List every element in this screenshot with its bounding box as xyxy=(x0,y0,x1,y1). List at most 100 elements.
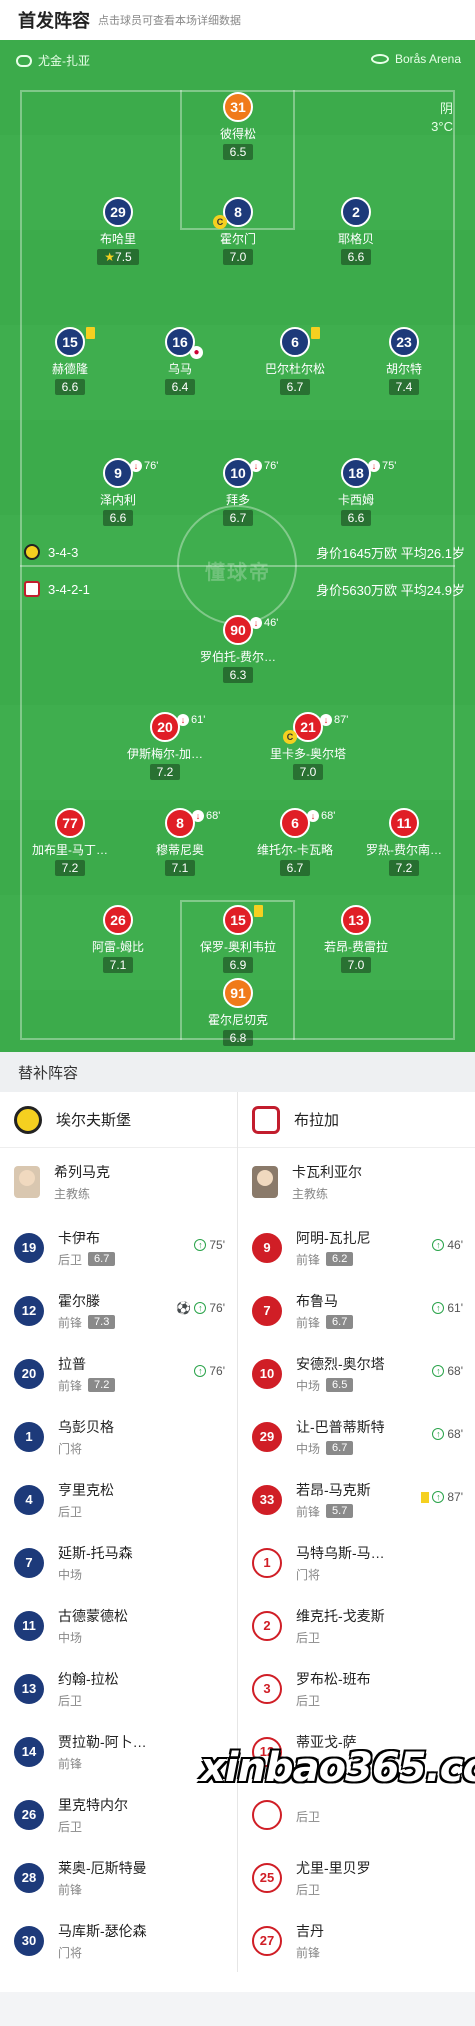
away-player[interactable]: 11 罗热-费尔南… 7.2 xyxy=(344,808,464,877)
sub-minute: 46' xyxy=(447,1238,463,1252)
sub-player-number: 30 xyxy=(14,1925,44,1956)
sub-player-name: 亨里克松 xyxy=(58,1481,114,1498)
sub-player-position: 前锋 xyxy=(296,1504,321,1519)
player-name: 保罗-奥利韦拉 xyxy=(200,940,276,954)
player-shirt: 6 xyxy=(280,327,320,357)
sub-player-position: 前锋 xyxy=(58,1756,83,1771)
sub-player-row[interactable]: 25 尤里-里贝罗 后卫 xyxy=(238,1846,475,1909)
home-player[interactable]: 18 ↓ 75' 卡西姆 6.6 xyxy=(296,458,416,527)
home-player[interactable]: 9 ↓ 76' 泽内利 6.6 xyxy=(58,458,178,527)
sub-player-rating: 6.7 xyxy=(88,1252,116,1266)
home-player[interactable]: 8C 霍尔门 7.0 xyxy=(178,197,298,266)
player-shirt: 15 xyxy=(223,905,263,935)
sub-out-icon: ↓ xyxy=(368,460,380,472)
subs-panel: 埃尔夫斯堡 希列马克 主教练 19 卡伊布 后卫 6.7 ↑ 75' 12 霍尔滕 前锋 7.3 ⚽… xyxy=(0,1092,475,1992)
home-coach[interactable]: 希列马克 主教练 xyxy=(0,1148,237,1216)
home-player[interactable]: 2 耶格贝 6.6 xyxy=(296,197,416,266)
home-player[interactable]: 31 彼得松 6.5 xyxy=(178,92,298,161)
sub-player-position-line: 后卫 xyxy=(296,1692,371,1709)
away-player[interactable]: 26 阿雷-姆比 7.1 xyxy=(58,905,178,974)
sub-event: ↑ 87' xyxy=(421,1490,463,1504)
sub-player-row[interactable]: 7 延斯-托马森 中场 xyxy=(0,1531,237,1594)
player-name: 里卡多-奥尔塔 xyxy=(270,747,346,761)
venue-stadium-label: Borås Arena xyxy=(394,52,461,66)
player-number: 23 xyxy=(389,327,419,357)
sub-out-icon: ↓ xyxy=(307,810,319,822)
away-player[interactable]: 20 ↓ 61' 伊斯梅尔-加… 7.2 xyxy=(105,712,225,781)
sub-player-rating: 5.7 xyxy=(326,1504,354,1518)
away-team-crest-icon xyxy=(252,1105,280,1134)
home-team-header[interactable]: 埃尔夫斯堡 xyxy=(0,1092,237,1148)
sub-player-rating: 7.3 xyxy=(88,1315,116,1329)
away-player[interactable]: 77 加布里-马丁… 7.2 xyxy=(10,808,130,877)
sub-event: ↑ 68' xyxy=(432,1427,463,1441)
sub-player-row[interactable]: 9 阿明-瓦扎尼 前锋 6.2 ↑ 46' xyxy=(238,1216,475,1279)
captain-icon: C xyxy=(213,215,227,229)
player-number: 8 xyxy=(234,204,242,220)
sub-player-row[interactable]: 12 霍尔滕 前锋 7.3 ⚽ ↑ 76' xyxy=(0,1279,237,1342)
sub-minute: 76' xyxy=(209,1364,225,1378)
sub-player-position-line: 门将 xyxy=(58,1944,147,1961)
sub-player-row[interactable]: 10 安德烈-奥尔塔 中场 6.5 ↑ 68' xyxy=(238,1342,475,1405)
sub-player-number: 33 xyxy=(252,1484,282,1515)
away-player[interactable]: 91 霍尔尼切克 6.8 xyxy=(178,978,298,1047)
sub-minute: 68' xyxy=(206,810,221,822)
sub-player-position: 前锋 xyxy=(58,1882,83,1897)
away-player[interactable]: 21 C ↓ 87' 里卡多-奥尔塔 7.0 xyxy=(248,712,368,781)
sub-player-row[interactable]: 30 马库斯-瑟伦森 门将 xyxy=(0,1909,237,1972)
sub-player-number: 13 xyxy=(14,1673,44,1704)
player-number: 11 xyxy=(389,808,419,838)
sub-player-number: 1 xyxy=(252,1547,282,1578)
player-rating: 6.6 xyxy=(54,379,86,395)
home-player[interactable]: 10 ↓ 76' 拜多 6.7 xyxy=(178,458,298,527)
player-rating: 6.6 xyxy=(340,510,372,526)
sub-player-name: 罗布松-班布 xyxy=(296,1670,371,1687)
home-player[interactable]: 29 布哈里 ★7.5 xyxy=(58,197,178,266)
venue-city: 尤金-扎亚 xyxy=(16,52,90,69)
sub-player-row[interactable]: 26 里克特内尔 后卫 xyxy=(0,1783,237,1846)
away-coach[interactable]: 卡瓦利亚尔 主教练 xyxy=(238,1148,475,1216)
home-player[interactable]: 6 巴尔杜尔松 6.7 xyxy=(235,327,355,396)
sub-player-name: 里克特内尔 xyxy=(58,1796,128,1813)
sub-player-row[interactable]: 1 马特乌斯-马… 门将 xyxy=(238,1531,475,1594)
away-player[interactable]: 6 ↓ 68' 维托尔-卡瓦略 6.7 xyxy=(235,808,355,877)
sub-in-icon: ↑ xyxy=(194,1365,207,1377)
sub-player-row[interactable]: 13 约翰-拉松 后卫 xyxy=(0,1657,237,1720)
weather-condition: 阴 xyxy=(439,101,453,116)
sub-player-number: 11 xyxy=(14,1610,44,1641)
player-number: 2 xyxy=(341,197,371,227)
home-player[interactable]: 23 胡尔特 7.4 xyxy=(344,327,464,396)
sub-player-number: 4 xyxy=(14,1484,44,1515)
sub-player-row[interactable]: 4 亨里克松 后卫 xyxy=(0,1468,237,1531)
player-number: 20 xyxy=(150,712,180,742)
sub-minute: 46' xyxy=(264,617,279,629)
venue-city-label: 尤金-扎亚 xyxy=(38,54,90,68)
sub-player-row[interactable]: 11 古德蒙德松 中场 xyxy=(0,1594,237,1657)
sub-player-row[interactable]: 后卫 xyxy=(238,1783,475,1846)
sub-player-row[interactable]: 1 乌彭贝格 门将 xyxy=(0,1405,237,1468)
home-player[interactable]: 15 赫德隆 6.6 xyxy=(10,327,130,396)
sub-player-row[interactable]: 7 布鲁马 前锋 6.7 ↑ 61' xyxy=(238,1279,475,1342)
away-team-header[interactable]: 布拉加 xyxy=(238,1092,475,1148)
away-player[interactable]: 15 保罗-奥利韦拉 6.9 xyxy=(178,905,298,974)
captain-icon: C xyxy=(283,730,297,744)
home-player[interactable]: 16 ● 乌马 6.4 xyxy=(120,327,240,396)
sub-player-name: 阿明-瓦扎尼 xyxy=(296,1229,371,1246)
sub-player-row[interactable]: 28 莱奥-厄斯特曼 前锋 xyxy=(0,1846,237,1909)
player-number: 90 xyxy=(223,615,253,645)
sub-player-row[interactable]: 3 罗布松-班布 后卫 xyxy=(238,1657,475,1720)
sub-player-row[interactable]: 33 若昂-马克斯 前锋 5.7 ↑ 87' xyxy=(238,1468,475,1531)
sub-player-row[interactable]: 29 让-巴普蒂斯特 中场 6.7 ↑ 68' xyxy=(238,1405,475,1468)
player-name: 加布里-马丁… xyxy=(32,843,108,857)
away-player[interactable]: 8 ↓ 68' 穆蒂尼奥 7.1 xyxy=(120,808,240,877)
sub-player-row[interactable]: 19 卡伊布 后卫 6.7 ↑ 75' xyxy=(0,1216,237,1279)
sub-player-row[interactable]: 2 维克托-戈麦斯 后卫 xyxy=(238,1594,475,1657)
coach-role: 主教练 xyxy=(54,1187,91,1201)
sub-player-row[interactable]: 27 吉丹 前锋 xyxy=(238,1909,475,1972)
coach-role: 主教练 xyxy=(292,1187,329,1201)
whistle-icon xyxy=(16,54,32,67)
sub-player-number: 9 xyxy=(252,1232,282,1263)
away-player[interactable]: 90 ↓ 46' 罗伯托-费尔… 6.3 xyxy=(178,615,298,684)
sub-player-row[interactable]: 20 拉普 前锋 7.2 ↑ 76' xyxy=(0,1342,237,1405)
away-player[interactable]: 13 若昂-费雷拉 7.0 xyxy=(296,905,416,974)
